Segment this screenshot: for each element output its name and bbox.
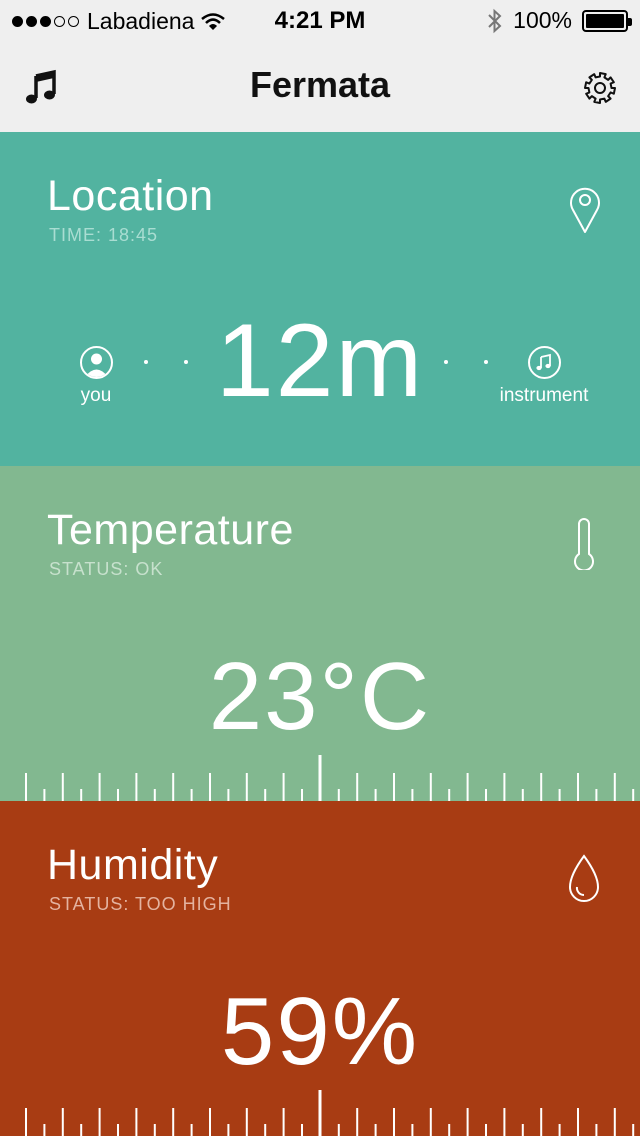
humidity-scale (25, 1090, 635, 1136)
temperature-card[interactable]: Temperature STATUS: OK 23°C (0, 466, 640, 801)
status-bar: Labadiena 4:21 PM 100% (0, 0, 640, 40)
humidity-title: Humidity (47, 841, 219, 889)
music-note-circle-icon (527, 346, 561, 379)
map-pin-icon (570, 187, 600, 233)
status-right: 100% (487, 7, 632, 34)
temperature-value: 23°C (208, 643, 432, 750)
battery-level (586, 13, 624, 28)
humidity-status: STATUS: TOO HIGH (49, 894, 232, 914)
signal-strength-icon (12, 16, 79, 27)
signal-dot (68, 16, 79, 27)
thermometer-icon (574, 518, 594, 570)
status-left: Labadiena (12, 8, 226, 35)
nav-bar: Fermata (0, 40, 640, 132)
wifi-icon (201, 12, 226, 30)
bluetooth-icon (488, 8, 502, 33)
humidity-value: 59% (220, 978, 420, 1085)
water-drop-icon (568, 854, 600, 902)
signal-dot (40, 16, 51, 27)
location-time: TIME: 18:45 (49, 225, 159, 245)
carrier-name: Labadiena (87, 8, 195, 34)
gear-icon[interactable] (580, 68, 620, 108)
battery-percent: 100% (513, 7, 572, 33)
instrument-label: instrument (499, 385, 589, 406)
temperature-title: Temperature (47, 506, 294, 554)
temperature-status: STATUS: OK (49, 559, 164, 579)
instrument-endpoint: instrument (494, 346, 594, 407)
location-title: Location (47, 172, 214, 220)
page-title: Fermata (249, 64, 391, 105)
location-card[interactable]: Location TIME: 18:45 you 12m instrument (0, 132, 640, 466)
temperature-scale (25, 755, 635, 801)
signal-dot (54, 16, 65, 27)
signal-dot (12, 16, 23, 27)
humidity-card[interactable]: Humidity STATUS: TOO HIGH 59% (0, 801, 640, 1136)
battery-icon (582, 9, 632, 32)
signal-dot (26, 16, 37, 27)
